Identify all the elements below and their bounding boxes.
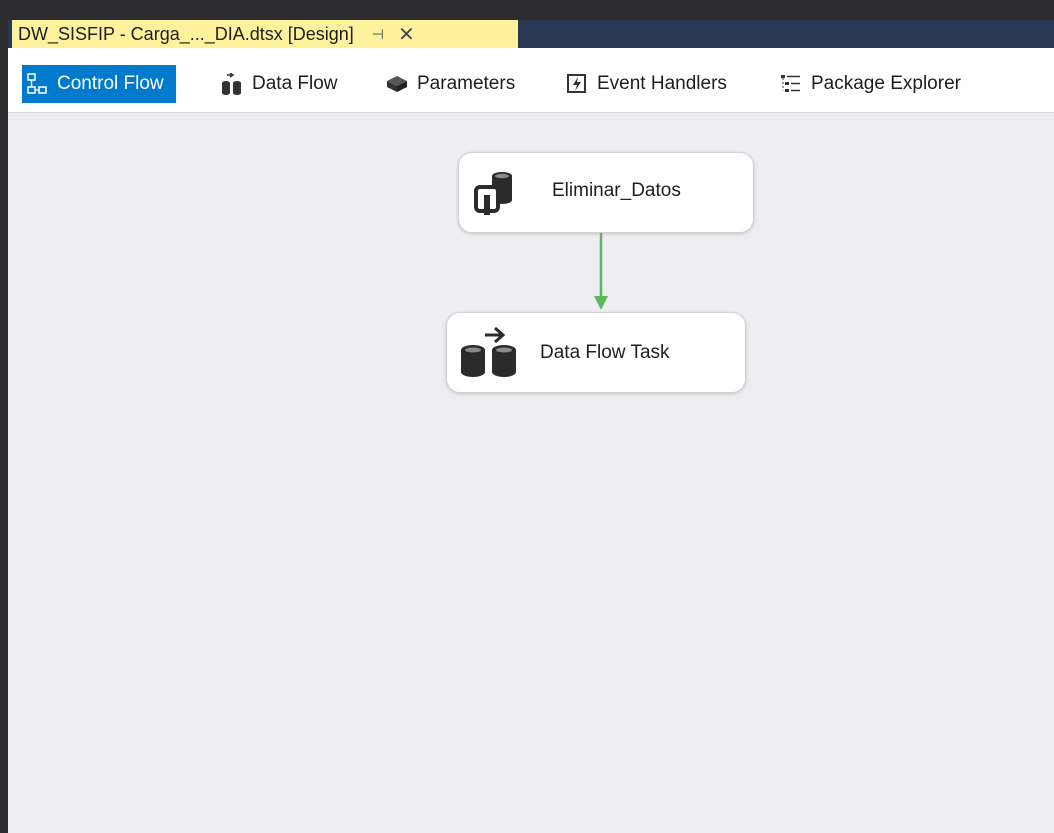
- tab-package-explorer[interactable]: Package Explorer: [780, 65, 961, 103]
- parameters-icon: [386, 73, 408, 95]
- tab-data-flow-label: Data Flow: [252, 73, 338, 94]
- event-handlers-icon: [566, 73, 588, 95]
- close-icon[interactable]: ✕: [398, 22, 415, 47]
- tab-control-flow[interactable]: Control Flow: [22, 65, 176, 103]
- tab-event-handlers-label: Event Handlers: [597, 73, 727, 94]
- data-flow-icon: [221, 72, 243, 95]
- designer-tab-strip: Control Flow Data Flow Parameters Event …: [8, 48, 1054, 113]
- execute-sql-task-icon: [472, 169, 520, 223]
- control-flow-icon: [26, 73, 48, 95]
- pin-icon[interactable]: ⊣: [372, 26, 384, 43]
- window-left-border: [0, 0, 8, 833]
- tab-control-flow-label: Control Flow: [57, 73, 164, 94]
- tab-parameters-label: Parameters: [417, 73, 516, 94]
- task-data-flow[interactable]: Data Flow Task: [446, 312, 746, 393]
- tab-parameters[interactable]: Parameters: [386, 65, 515, 103]
- task-eliminar-datos-label: Eliminar_Datos: [552, 180, 681, 201]
- tab-package-explorer-label: Package Explorer: [811, 73, 961, 94]
- data-flow-task-icon: [459, 326, 519, 384]
- top-strip: [8, 0, 1054, 20]
- precedence-constraint-arrow[interactable]: [589, 231, 613, 313]
- task-data-flow-label: Data Flow Task: [540, 342, 670, 363]
- task-eliminar-datos[interactable]: Eliminar_Datos: [458, 152, 754, 233]
- document-tab-title: DW_SISFIP - Carga_..._DIA.dtsx [Design]: [18, 23, 354, 44]
- document-tab-bar: DW_SISFIP - Carga_..._DIA.dtsx [Design] …: [8, 20, 1054, 48]
- tab-data-flow[interactable]: Data Flow: [221, 65, 338, 103]
- package-explorer-icon: [780, 73, 802, 95]
- document-tab[interactable]: DW_SISFIP - Carga_..._DIA.dtsx [Design] …: [12, 20, 518, 48]
- tab-event-handlers[interactable]: Event Handlers: [566, 65, 727, 103]
